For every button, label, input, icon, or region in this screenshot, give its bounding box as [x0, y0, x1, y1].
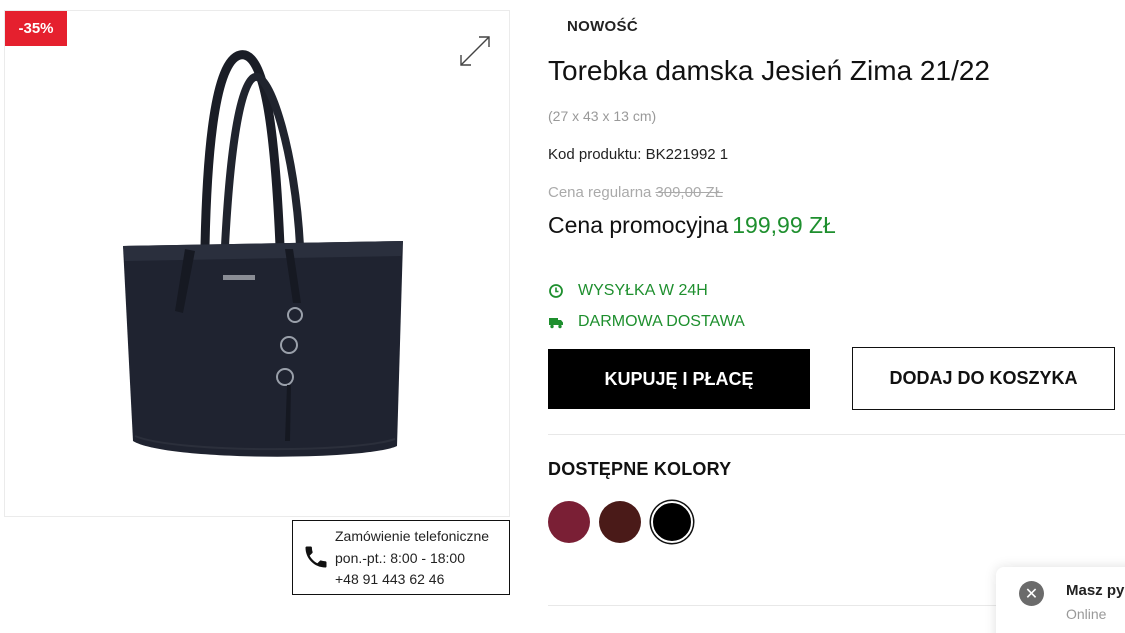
color-swatch-burgundy[interactable] [548, 501, 590, 543]
discount-badge: -35% [5, 11, 67, 46]
product-dimensions: (27 x 43 x 13 cm) [548, 108, 657, 124]
regular-price: Cena regularna 309,00 ZŁ [548, 184, 723, 201]
phone-order-number[interactable]: +48 91 443 62 46 [335, 569, 509, 591]
promo-price-label: Cena promocyjna [548, 212, 729, 238]
product-code-label: Kod produktu: [548, 146, 642, 163]
feature-shipping-24h: WYSYŁKA W 24H [548, 282, 708, 300]
color-swatch-brown[interactable] [599, 501, 641, 543]
phone-icon [305, 546, 327, 568]
phone-order-box: Zamówienie telefoniczne pon.-pt.: 8:00 -… [292, 520, 510, 595]
clock-icon [549, 284, 563, 298]
add-to-cart-button[interactable]: DODAJ DO KOSZYKA [852, 347, 1115, 410]
divider [548, 434, 1125, 435]
colors-title: DOSTĘPNE KOLORY [548, 459, 732, 479]
new-label: NOWOŚĆ [567, 18, 638, 35]
product-info: NOWOŚĆ Torebka damska Jesień Zima 21/22 … [548, 0, 1125, 633]
feature-label: WYSYŁKA W 24H [578, 282, 708, 299]
phone-order-title: Zamówienie telefoniczne [335, 528, 490, 544]
product-code-value: BK221992 1 [645, 146, 729, 163]
regular-price-label: Cena regularna [548, 184, 652, 201]
close-icon[interactable]: ✕ [1019, 581, 1044, 606]
regular-price-value: 309,00 ZŁ [655, 184, 723, 201]
feature-label: DARMOWA DOSTAWA [578, 313, 745, 330]
expand-icon[interactable] [457, 33, 493, 69]
chat-widget[interactable]: ✕ Masz py Online [996, 567, 1125, 633]
buy-now-button[interactable]: KUPUJĘ I PŁACĘ [548, 349, 810, 409]
product-image[interactable] [115, 41, 415, 471]
chat-title: Masz py [1066, 582, 1125, 599]
feature-free-delivery: DARMOWA DOSTAWA [548, 313, 745, 331]
chat-status: Online [1066, 606, 1107, 622]
promo-price-value: 199,99 ZŁ [732, 212, 836, 238]
product-code: Kod produktu: BK221992 1 [548, 146, 728, 163]
phone-order-hours: pon.-pt.: 8:00 - 18:00 [335, 549, 465, 566]
truck-icon [549, 318, 563, 329]
promo-price: Cena promocyjna 199,99 ZŁ [548, 212, 836, 239]
product-gallery: -35% [4, 10, 510, 517]
color-swatch-black-selected[interactable] [651, 501, 693, 543]
product-title: Torebka damska Jesień Zima 21/22 [548, 55, 990, 86]
